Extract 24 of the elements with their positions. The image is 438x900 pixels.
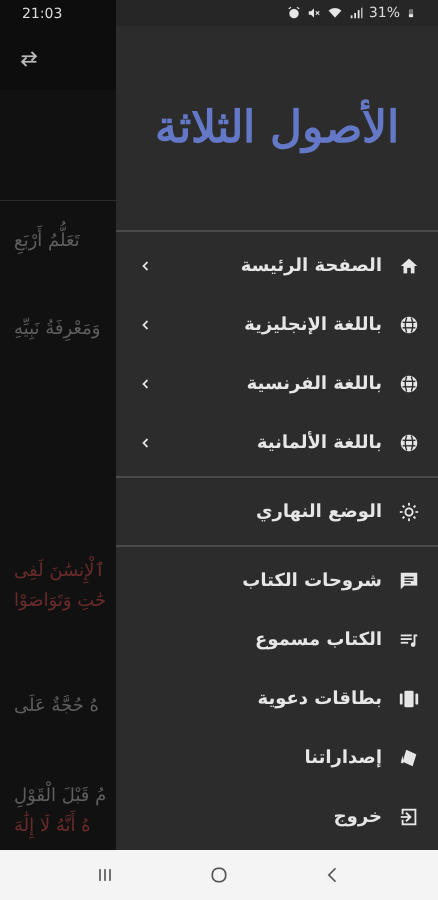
text-line: تَعَلُّمُ أَرْبَعِ: [0, 222, 116, 260]
alarm-icon: [286, 6, 301, 20]
drawer-item[interactable]: إصداراتنا: [116, 728, 438, 787]
drawer-item[interactable]: الكتاب مسموع: [116, 610, 438, 669]
drawer-item[interactable]: باللغة الفرنسية: [116, 354, 438, 413]
text-line: هُ حُجَّةٌ عَلَى: [13, 693, 100, 718]
battery-level: 31%: [368, 4, 400, 23]
drawer-item[interactable]: الوضع النهاري: [116, 482, 438, 541]
drawer-item[interactable]: خروج: [116, 787, 438, 846]
status-time: 21:03: [22, 4, 62, 24]
drawer-item[interactable]: الصفحة الرئيسة: [116, 236, 438, 295]
app-logo: الأصول الثلاثة: [154, 95, 400, 162]
mute-icon: [306, 6, 321, 20]
drawer-item[interactable]: شروحات الكتاب: [116, 551, 438, 610]
text-line: وَمَعْرِفَةُ نَبِيِّهِ: [13, 316, 102, 343]
text-line: ٱلْإِنسَٰنَ لَفِى: [0, 552, 116, 590]
drawer-item[interactable]: باللغة الإنجليزية: [116, 295, 438, 354]
home-button-icon[interactable]: [209, 865, 229, 885]
drawer-item[interactable]: بطاقات دعوية: [116, 669, 438, 728]
sun-icon: [398, 500, 420, 522]
signal-icon: [348, 6, 363, 20]
wifi-icon: [326, 6, 343, 20]
text-line: حَٰتِ وَتَوَاصَوْا: [13, 589, 108, 613]
drawer-item[interactable]: باللغة الألمانية: [116, 413, 438, 472]
